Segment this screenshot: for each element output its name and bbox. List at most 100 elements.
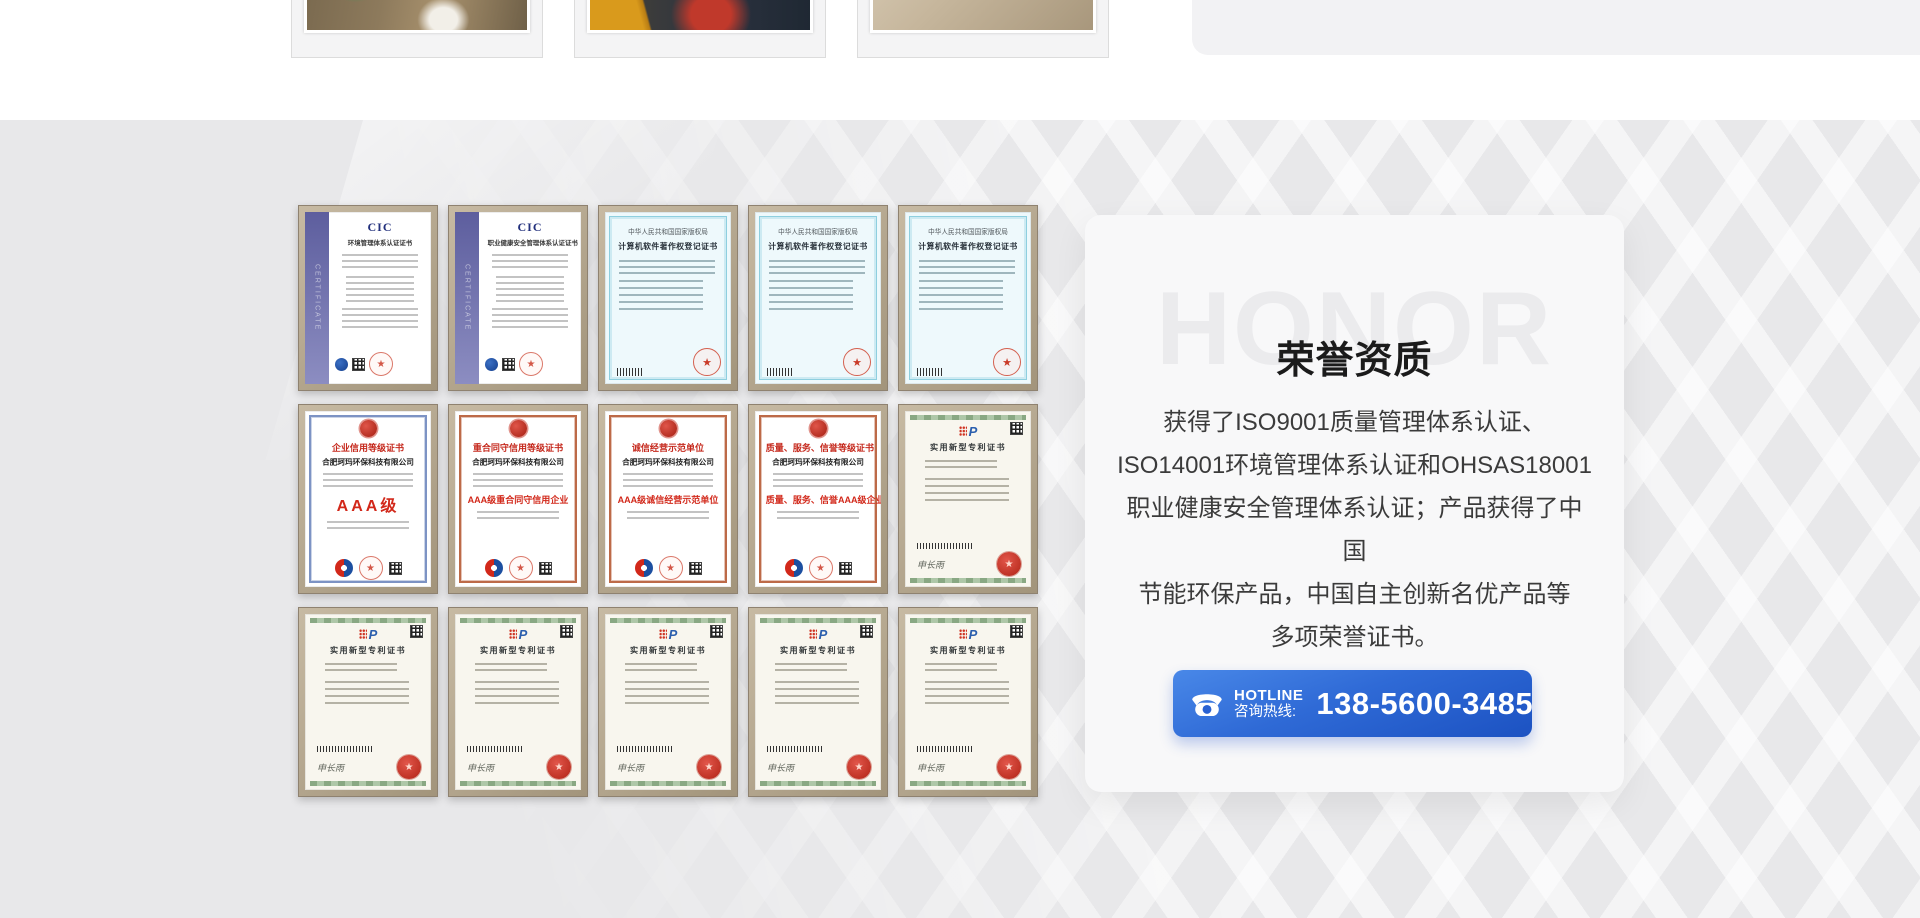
certificate-authority: 中华人民共和国国家版权局 bbox=[908, 227, 1028, 237]
certificate-title: 计算机软件著作权登记证书 bbox=[760, 240, 876, 251]
text-lines bbox=[777, 511, 859, 523]
description-line: 多项荣誉证书。 bbox=[1115, 616, 1594, 659]
certificate-cic-environment[interactable]: CERTIFICATE CIC 环境管理体系认证证书 ★ bbox=[298, 205, 438, 391]
signature: 申长雨 bbox=[467, 761, 494, 774]
barcode-icon bbox=[767, 746, 823, 752]
certificate-utility-patent[interactable]: P 实用新型专利证书 申长雨 ★ bbox=[448, 607, 588, 797]
crane-truck-photo bbox=[587, 0, 813, 33]
certificate-title: 计算机软件著作权登记证书 bbox=[910, 240, 1026, 251]
certificate-title: 实用新型专利证书 bbox=[466, 644, 571, 655]
certificate-paper: CERTIFICATE CIC 环境管理体系认证证书 ★ bbox=[305, 212, 431, 384]
project-photo-card[interactable] bbox=[574, 0, 826, 58]
text-lines bbox=[327, 521, 409, 533]
concrete-tank-photo bbox=[870, 0, 1096, 33]
red-seal-icon: ★ bbox=[997, 755, 1021, 779]
text-lines bbox=[473, 473, 563, 487]
certificate-cic-ohs[interactable]: CERTIFICATE CIC 职业健康安全管理体系认证证书 ★ bbox=[448, 205, 588, 391]
red-emblem-icon bbox=[660, 420, 677, 437]
qr-code-icon bbox=[689, 562, 702, 575]
certificate-integrity-model[interactable]: 诚信经营示范单位 合肥珂玛环保科技有限公司 AAA级诚信经营示范单位 ★ bbox=[598, 404, 738, 594]
certificate-paper: 质量、服务、信誉等级证书 合肥珂玛环保科技有限公司 质量、服务、信誉AAA级企业… bbox=[755, 411, 881, 587]
qr-code-icon bbox=[352, 358, 365, 371]
certificate-software-copyright[interactable]: 中华人民共和国国家版权局 计算机软件著作权登记证书 ★ bbox=[748, 205, 888, 391]
barcode-icon bbox=[617, 746, 673, 752]
certificate-enterprise-credit[interactable]: 企业信用等级证书 合肥珂玛环保科技有限公司 AAA级 ★ bbox=[298, 404, 438, 594]
certificate-paper: P 实用新型专利证书 申长雨 ★ bbox=[905, 614, 1031, 790]
certificate-side-band: CERTIFICATE bbox=[455, 212, 479, 384]
project-photo-card[interactable] bbox=[291, 0, 543, 58]
top-strip bbox=[0, 0, 1920, 120]
barcode-icon bbox=[917, 368, 943, 376]
red-seal-icon: ★ bbox=[843, 348, 871, 376]
text-lines bbox=[323, 473, 413, 487]
cnipa-logo-icon: P bbox=[913, 627, 1023, 641]
certificate-utility-patent[interactable]: P 实用新型专利证书 申长雨 ★ bbox=[598, 607, 738, 797]
grade-label: 质量、服务、信誉AAA级企业 bbox=[766, 492, 871, 505]
certificate-title: 环境管理体系认证证书 bbox=[338, 238, 423, 247]
round-seal-icon bbox=[335, 559, 353, 577]
certificate-utility-patent[interactable]: P 实用新型专利证书 申长雨 ★ bbox=[748, 607, 888, 797]
red-emblem-icon bbox=[510, 420, 527, 437]
qr-code-icon bbox=[539, 562, 552, 575]
round-seal-icon bbox=[785, 559, 803, 577]
text-lines bbox=[925, 478, 1009, 504]
company-name: 合肥珂玛环保科技有限公司 bbox=[769, 457, 868, 468]
red-emblem-icon bbox=[810, 420, 827, 437]
red-seal-icon: ★ bbox=[809, 556, 833, 580]
text-lines bbox=[619, 260, 715, 274]
hotline-number: 138-5600-3485 bbox=[1316, 686, 1533, 722]
text-lines bbox=[475, 663, 547, 675]
certificate-software-copyright[interactable]: 中华人民共和国国家版权局 计算机软件著作权登记证书 ★ bbox=[598, 205, 738, 391]
text-lines bbox=[919, 260, 1015, 274]
text-lines bbox=[773, 473, 863, 487]
text-lines bbox=[342, 254, 418, 270]
certificate-title: 企业信用等级证书 bbox=[316, 440, 421, 453]
text-lines bbox=[625, 681, 709, 707]
qr-code-icon bbox=[839, 562, 852, 575]
hotline-label-zh: 咨询热线: bbox=[1234, 704, 1296, 721]
text-lines bbox=[496, 276, 564, 302]
text-lines bbox=[475, 681, 559, 707]
honor-card: HONOR 荣誉资质 获得了ISO9001质量管理体系认证、 ISO14001环… bbox=[1085, 215, 1624, 792]
description-line: 获得了ISO9001质量管理体系认证、 bbox=[1115, 401, 1594, 444]
text-lines bbox=[769, 260, 865, 274]
certificate-utility-patent[interactable]: P 实用新型专利证书 申长雨 ★ bbox=[298, 607, 438, 797]
text-lines bbox=[477, 511, 559, 523]
signature: 申长雨 bbox=[917, 558, 944, 571]
red-seal-icon: ★ bbox=[993, 348, 1021, 376]
certificate-paper: P 实用新型专利证书 申长雨 ★ bbox=[455, 614, 581, 790]
certificate-title: 质量、服务、信誉等级证书 bbox=[766, 440, 871, 453]
certificate-utility-patent[interactable]: P 实用新型专利证书 申长雨 ★ bbox=[898, 404, 1038, 594]
certificate-title: 实用新型专利证书 bbox=[916, 441, 1021, 452]
certificate-software-copyright[interactable]: 中华人民共和国国家版权局 计算机软件著作权登记证书 ★ bbox=[898, 205, 1038, 391]
grade-label: AAA级 bbox=[313, 492, 423, 516]
description-line: 职业健康安全管理体系认证；产品获得了中国 bbox=[1115, 487, 1594, 573]
qr-code-icon bbox=[389, 562, 402, 575]
certificate-quality-service[interactable]: 质量、服务、信誉等级证书 合肥珂玛环保科技有限公司 质量、服务、信誉AAA级企业… bbox=[748, 404, 888, 594]
honor-description: 获得了ISO9001质量管理体系认证、 ISO14001环境管理体系认证和OHS… bbox=[1115, 401, 1594, 659]
text-lines bbox=[627, 511, 709, 523]
certificate-grid: CERTIFICATE CIC 环境管理体系认证证书 ★ CERTIFICATE… bbox=[298, 205, 1038, 797]
certificate-contract-credit[interactable]: 重合同守信用等级证书 合肥珂玛环保科技有限公司 AAA级重合同守信用企业 ★ bbox=[448, 404, 588, 594]
certificate-title: 诚信经营示范单位 bbox=[616, 440, 721, 453]
certificate-authority: 中华人民共和国国家版权局 bbox=[608, 227, 728, 237]
certificate-paper: 中华人民共和国国家版权局 计算机软件著作权登记证书 ★ bbox=[755, 212, 881, 384]
red-seal-icon: ★ bbox=[519, 352, 543, 376]
text-lines bbox=[769, 280, 853, 314]
cnipa-logo-icon: P bbox=[313, 627, 423, 641]
company-name: 合肥珂玛环保科技有限公司 bbox=[619, 457, 718, 468]
project-photo-card[interactable] bbox=[857, 0, 1109, 58]
red-emblem-icon bbox=[360, 420, 377, 437]
certificate-paper: P 实用新型专利证书 申长雨 ★ bbox=[905, 411, 1031, 587]
hotline-label-en: HOTLINE bbox=[1234, 687, 1303, 704]
section-title: 荣誉资质 bbox=[1085, 329, 1624, 384]
certificate-paper: 中华人民共和国国家版权局 计算机软件著作权登记证书 ★ bbox=[905, 212, 1031, 384]
certificate-utility-patent[interactable]: P 实用新型专利证书 申长雨 ★ bbox=[898, 607, 1038, 797]
cnipa-logo-icon: P bbox=[613, 627, 723, 641]
cic-badge-icon bbox=[335, 358, 348, 371]
hotline-button[interactable]: HOTLINE 咨询热线: 138-5600-3485 bbox=[1173, 670, 1532, 737]
side-band-label: CERTIFICATE bbox=[314, 264, 321, 331]
certificate-paper: P 实用新型专利证书 申长雨 ★ bbox=[305, 614, 431, 790]
text-lines bbox=[619, 280, 703, 314]
text-lines bbox=[492, 308, 568, 330]
